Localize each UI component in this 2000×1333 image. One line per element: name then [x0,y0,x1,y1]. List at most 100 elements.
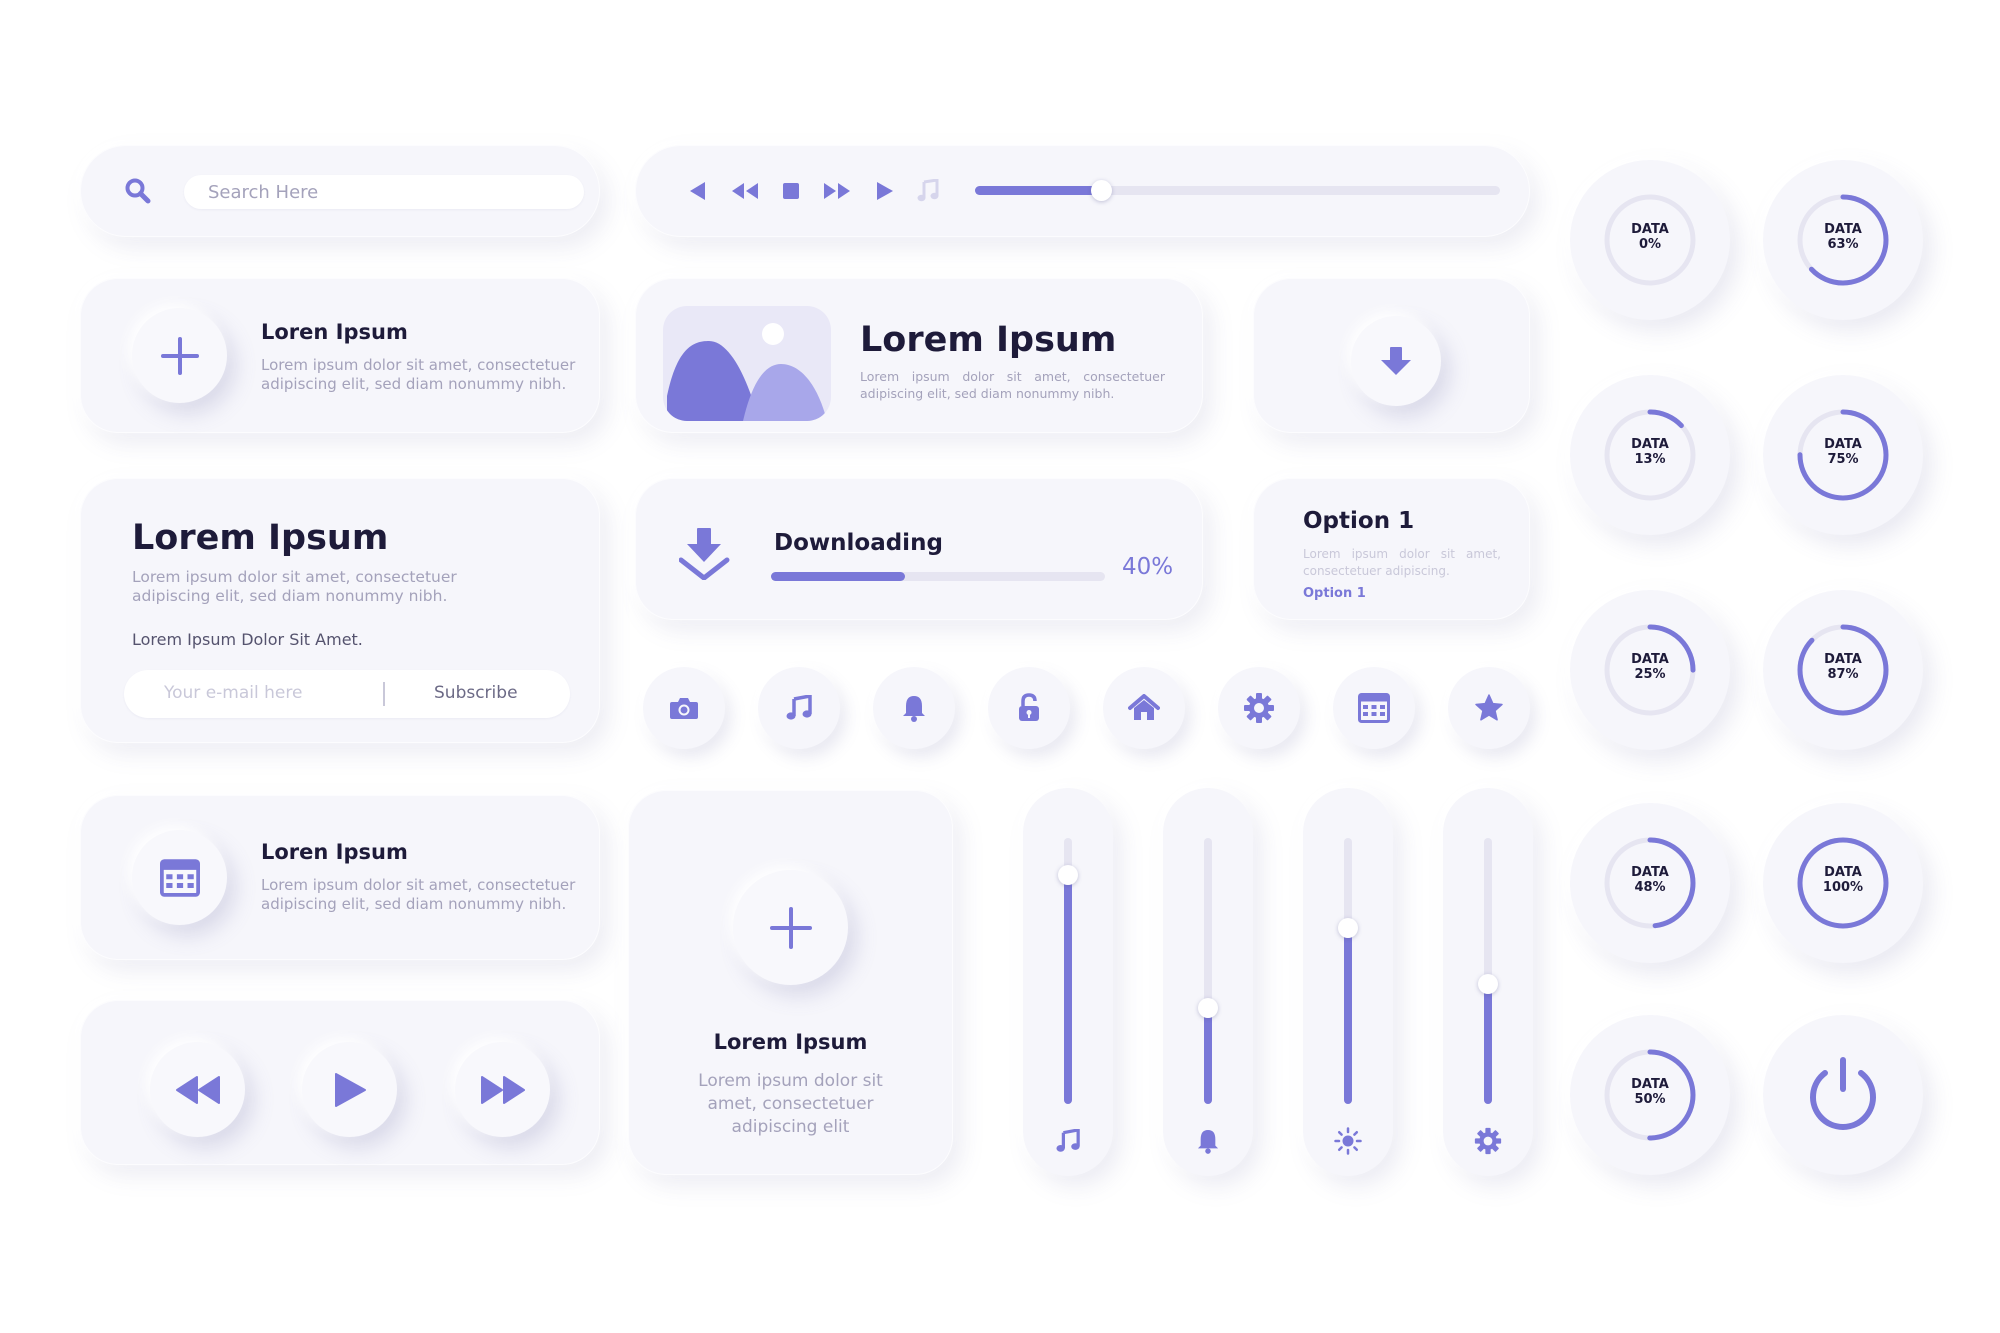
gauge-label: DATA 13% [1570,437,1730,467]
slider-fill [1204,1008,1212,1104]
vertical-slider-bell[interactable] [1163,788,1253,1176]
gauge-value: 75% [1827,452,1859,467]
gauge-label: DATA 48% [1570,865,1730,895]
slider-track[interactable] [1478,838,1498,1104]
slider-thumb[interactable] [1198,998,1218,1018]
home-button[interactable] [1103,667,1185,749]
slider-track[interactable] [1198,838,1218,1104]
fast-forward-icon [480,1075,525,1104]
star-button[interactable] [1448,667,1530,749]
gauge-caption: DATA [1824,437,1862,452]
gear-icon [1244,693,1274,723]
download-card [1253,278,1530,433]
gauge-value: 13% [1634,452,1666,467]
calendar-icon [1358,693,1390,723]
email-input[interactable]: Your e-mail here [164,683,302,703]
slider-thumb[interactable] [1478,974,1498,994]
fast-forward-button[interactable] [455,1042,550,1137]
rewind-icon[interactable] [731,182,759,200]
slider-thumb[interactable] [1058,865,1078,885]
newsletter-body: Lorem ipsum dolor sit amet, consectetuer… [132,568,457,605]
downloading-card: Downloading 40% [635,478,1203,620]
data-gauge: DATA 87% [1763,590,1923,750]
slider-fill [1484,984,1492,1104]
option-link[interactable]: Option 1 [1303,586,1366,601]
power-icon [1810,1057,1876,1130]
settings-button[interactable] [1218,667,1300,749]
image-card-title: Lorem Ipsum [860,320,1117,360]
card-big-add: Lorem Ipsum Lorem ipsum dolor sit amet, … [628,790,953,1175]
data-gauge: DATA 48% [1570,803,1730,963]
data-gauge: DATA 13% [1570,375,1730,535]
calendar-knob[interactable] [132,830,227,925]
previous-icon[interactable] [687,180,707,202]
card-body: Lorem ipsum dolor sit amet, consectetuer… [698,1071,883,1137]
option-body: Lorem ipsum dolor sit amet, consectetuer… [1303,547,1501,578]
data-gauge: DATA 100% [1763,803,1923,963]
vertical-slider-gear[interactable] [1443,788,1533,1176]
bell-icon [1193,1126,1223,1156]
newsletter-tagline: Lorem Ipsum Dolor Sit Amet. [132,630,363,649]
subscribe-form: Your e-mail here Subscribe [124,670,570,718]
slider-fill [1064,875,1072,1104]
gauge-value: 48% [1634,880,1666,895]
vertical-slider-music-note[interactable] [1023,788,1113,1176]
stop-icon[interactable] [783,183,799,199]
calendar-button[interactable] [1333,667,1415,749]
form-divider [383,682,385,706]
slider-track[interactable] [1338,838,1358,1104]
power-button[interactable] [1763,1015,1923,1175]
vertical-slider-brightness[interactable] [1303,788,1393,1176]
play-icon [334,1072,366,1107]
search-input[interactable]: Search Here [184,175,584,209]
fast-forward-icon[interactable] [823,182,851,200]
gauge-value: 50% [1634,1092,1666,1107]
plus-icon [769,906,812,949]
play-button[interactable] [302,1042,397,1137]
card-title: Loren Ipsum [261,320,408,344]
gauge-label: DATA 50% [1570,1077,1730,1107]
camera-button[interactable] [643,667,725,749]
gauge-caption: DATA [1824,652,1862,667]
search-placeholder: Search Here [208,182,319,203]
card-title: Lorem Ipsum [713,1030,868,1054]
download-progress-track [771,572,1105,581]
gauge-value: 63% [1827,237,1859,252]
download-progress-fill [771,572,905,581]
bell-icon [903,696,925,722]
download-label: Downloading [774,530,943,556]
download-button[interactable] [1351,316,1441,406]
rewind-icon [175,1075,220,1104]
slider-thumb[interactable] [1338,918,1358,938]
image-card: Lorem Ipsum Lorem ipsum dolor sit amet, … [635,278,1203,433]
calendar-icon [159,858,200,897]
player-progress-track[interactable] [975,180,1500,201]
gauge-caption: DATA [1631,437,1669,452]
subscribe-button[interactable]: Subscribe [434,683,518,703]
player-progress-thumb[interactable] [1091,180,1112,201]
gauge-label: DATA 100% [1763,865,1923,895]
option-card[interactable]: Option 1 Lorem ipsum dolor sit amet, con… [1253,478,1530,620]
gauge-value: 100% [1822,880,1864,895]
music-note-icon[interactable] [917,179,939,203]
card-body: Lorem ipsum dolor sit amet, consectetuer… [261,876,576,913]
bell-button[interactable] [873,667,955,749]
gauge-caption: DATA [1631,865,1669,880]
slider-track[interactable] [1058,838,1078,1104]
gauge-label: DATA 25% [1570,652,1730,682]
add-button[interactable] [132,308,227,403]
add-button[interactable] [733,870,848,985]
data-gauge: DATA 0% [1570,160,1730,320]
download-percent: 40% [1122,554,1174,580]
play-icon[interactable] [875,180,895,202]
option-title: Option 1 [1303,508,1415,534]
gauge-value: 87% [1827,667,1859,682]
download-arrow-icon [679,528,730,580]
media-player-bar [635,145,1530,237]
gauge-label: DATA 87% [1763,652,1923,682]
search-icon[interactable] [124,177,152,209]
music-button[interactable] [758,667,840,749]
rewind-button[interactable] [150,1042,245,1137]
newsletter-card: Lorem Ipsum Lorem ipsum dolor sit amet, … [80,478,600,743]
unlock-button[interactable] [988,667,1070,749]
